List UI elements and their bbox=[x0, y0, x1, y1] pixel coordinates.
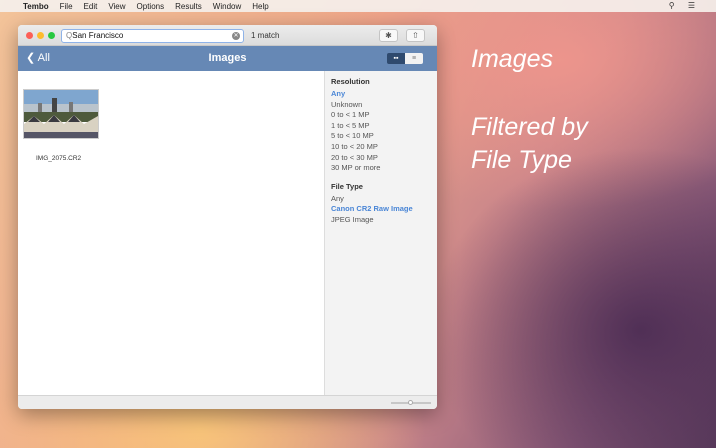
filter-resolution-any[interactable]: Any bbox=[331, 89, 437, 100]
menu-options[interactable]: Options bbox=[137, 2, 165, 11]
grid-icon: ▪▪ bbox=[393, 55, 399, 62]
list-icon: ≡ bbox=[411, 55, 417, 62]
filter-filetype-cr2[interactable]: Canon CR2 Raw Image bbox=[331, 204, 437, 215]
search-input[interactable]: QSan Francisco ✕ bbox=[61, 29, 244, 43]
menu-help[interactable]: Help bbox=[252, 2, 268, 11]
share-icon: ⇧ bbox=[412, 31, 419, 40]
filter-resolution-unknown[interactable]: Unknown bbox=[331, 100, 437, 111]
menu-results[interactable]: Results bbox=[175, 2, 202, 11]
filter-resolution-10-20[interactable]: 10 to < 20 MP bbox=[331, 142, 437, 153]
slider-knob[interactable] bbox=[408, 400, 413, 405]
menu-window[interactable]: Window bbox=[213, 2, 241, 11]
search-value: San Francisco bbox=[72, 31, 124, 40]
page-title: Images bbox=[208, 52, 247, 64]
filter-filetype-any[interactable]: Any bbox=[331, 194, 437, 205]
view-mode-toggle: ▪▪ ≡ bbox=[387, 53, 423, 64]
filter-resolution-30-plus[interactable]: 30 MP or more bbox=[331, 163, 437, 174]
filter-resolution-0-1[interactable]: 0 to < 1 MP bbox=[331, 110, 437, 121]
filter-resolution-1-5[interactable]: 1 to < 5 MP bbox=[331, 121, 437, 132]
menu-file[interactable]: File bbox=[60, 2, 73, 11]
filter-resolution-5-10[interactable]: 5 to < 10 MP bbox=[331, 131, 437, 142]
resolution-heading: Resolution bbox=[331, 77, 370, 86]
menu-app[interactable]: Tembo bbox=[23, 2, 49, 11]
spotlight-search-icon[interactable]: ⚲ bbox=[669, 1, 675, 10]
filter-sidebar: Resolution Any Unknown 0 to < 1 MP 1 to … bbox=[324, 71, 437, 395]
share-button[interactable]: ⇧ bbox=[406, 29, 425, 42]
filter-filetype-jpeg[interactable]: JPEG Image bbox=[331, 215, 437, 226]
list-view-button[interactable]: ≡ bbox=[405, 53, 423, 64]
settings-button[interactable]: ✱ bbox=[379, 29, 398, 42]
results-area: IMG_2075.CR2 bbox=[18, 71, 324, 395]
promo-subtitle-1: Filtered by bbox=[471, 113, 588, 141]
image-thumbnail[interactable] bbox=[23, 89, 99, 139]
grid-view-button[interactable]: ▪▪ bbox=[387, 53, 405, 64]
clear-search-icon[interactable]: ✕ bbox=[232, 32, 240, 40]
close-button[interactable] bbox=[26, 32, 33, 39]
filter-resolution-20-30[interactable]: 20 to < 30 MP bbox=[331, 153, 437, 164]
thumbnail-size-slider[interactable] bbox=[391, 400, 431, 405]
match-count: 1 match bbox=[251, 31, 280, 40]
menu-edit[interactable]: Edit bbox=[84, 2, 98, 11]
file-type-heading: File Type bbox=[331, 181, 363, 191]
app-window: QSan Francisco ✕ 1 match ✱ ⇧ ❮ All Image… bbox=[18, 25, 437, 409]
promo-subtitle-2: File Type bbox=[471, 146, 572, 174]
promo-title: Images bbox=[471, 45, 553, 73]
status-bar bbox=[18, 395, 437, 409]
minimize-button[interactable] bbox=[37, 32, 44, 39]
gear-icon: ✱ bbox=[385, 31, 392, 40]
title-bar: QSan Francisco ✕ 1 match ✱ ⇧ bbox=[18, 25, 437, 46]
image-filename: IMG_2075.CR2 bbox=[36, 155, 82, 162]
menu-bar: Tembo File Edit View Options Results Win… bbox=[0, 0, 716, 12]
menu-view[interactable]: View bbox=[108, 2, 125, 11]
notification-list-icon[interactable]: ☰ bbox=[688, 1, 695, 10]
zoom-button[interactable] bbox=[48, 32, 55, 39]
nav-bar: ❮ All Images ▪▪ ≡ bbox=[18, 46, 437, 71]
